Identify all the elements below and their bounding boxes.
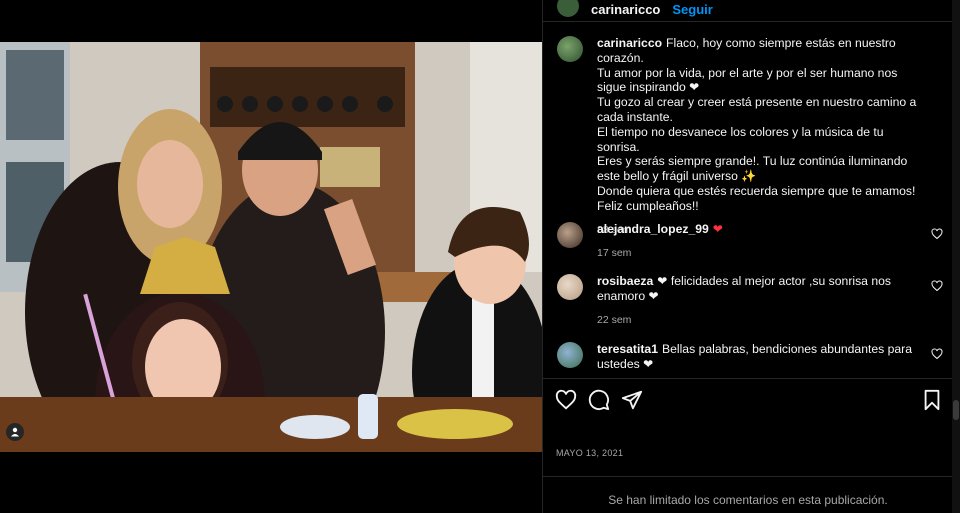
avatar[interactable]	[557, 274, 583, 300]
comment-username[interactable]: teresatita1	[597, 342, 658, 356]
comment-time: 17 sem	[597, 246, 632, 259]
share-icon[interactable]	[621, 389, 643, 411]
comment-text: ❤	[712, 222, 723, 236]
comment-time: 22 sem	[597, 313, 632, 326]
follow-button[interactable]: Seguir	[672, 2, 712, 17]
post-header: carinaricco Seguir	[543, 0, 952, 22]
user-tag-icon[interactable]	[6, 423, 24, 441]
heart-icon[interactable]	[931, 348, 943, 360]
bookmark-icon[interactable]	[921, 389, 943, 411]
caption-line: Donde quiera que estés recuerda siempre …	[597, 183, 916, 213]
comments-limited-notice: Se han limitado los comentarios en esta …	[543, 476, 953, 513]
comments-list: carinaricco Flaco, hoy como siempre estás…	[543, 22, 953, 378]
comment-item: teresatita1 Bellas palabras, bendiciones …	[557, 342, 949, 372]
avatar[interactable]	[557, 0, 579, 17]
caption-line: Tu gozo al crear y creer está presente e…	[597, 95, 917, 124]
comment-item: alejandra_lopez_99 ❤ 17 sem	[557, 222, 949, 261]
post-date: MAYO 13, 2021	[556, 448, 624, 458]
caption-line: Eres y serás siempre grande!. Tu luz con…	[597, 154, 908, 184]
family-photo-illustration	[0, 42, 542, 452]
avatar[interactable]	[557, 36, 583, 62]
action-bar	[543, 378, 953, 422]
scrollbar-thumb[interactable]	[953, 400, 959, 420]
comment-icon[interactable]	[588, 389, 610, 411]
avatar[interactable]	[557, 222, 583, 248]
comment-username[interactable]: rosibaeza	[597, 274, 653, 288]
post-photo[interactable]	[0, 42, 542, 452]
comment-item: rosibaeza ❤ felicidades al mejor actor ,s…	[557, 274, 949, 327]
heart-icon[interactable]	[931, 280, 943, 292]
photo-area	[0, 0, 542, 513]
caption-line: Tu amor por la vida, por el arte y por e…	[597, 65, 898, 95]
comment-username[interactable]: alejandra_lopez_99	[597, 222, 709, 236]
caption: carinaricco Flaco, hoy como siempre estás…	[557, 36, 949, 237]
post-side-panel: carinaricco Seguir carinaricco Flaco, hoy…	[542, 0, 953, 513]
heart-icon[interactable]	[931, 228, 943, 240]
avatar[interactable]	[557, 342, 583, 368]
heart-icon[interactable]	[555, 389, 577, 411]
scrollbar[interactable]	[952, 0, 960, 513]
caption-line: El tiempo no desvanece los colores y la …	[597, 124, 884, 154]
author-username[interactable]: carinaricco	[591, 2, 660, 17]
caption-username[interactable]: carinaricco	[597, 36, 662, 50]
